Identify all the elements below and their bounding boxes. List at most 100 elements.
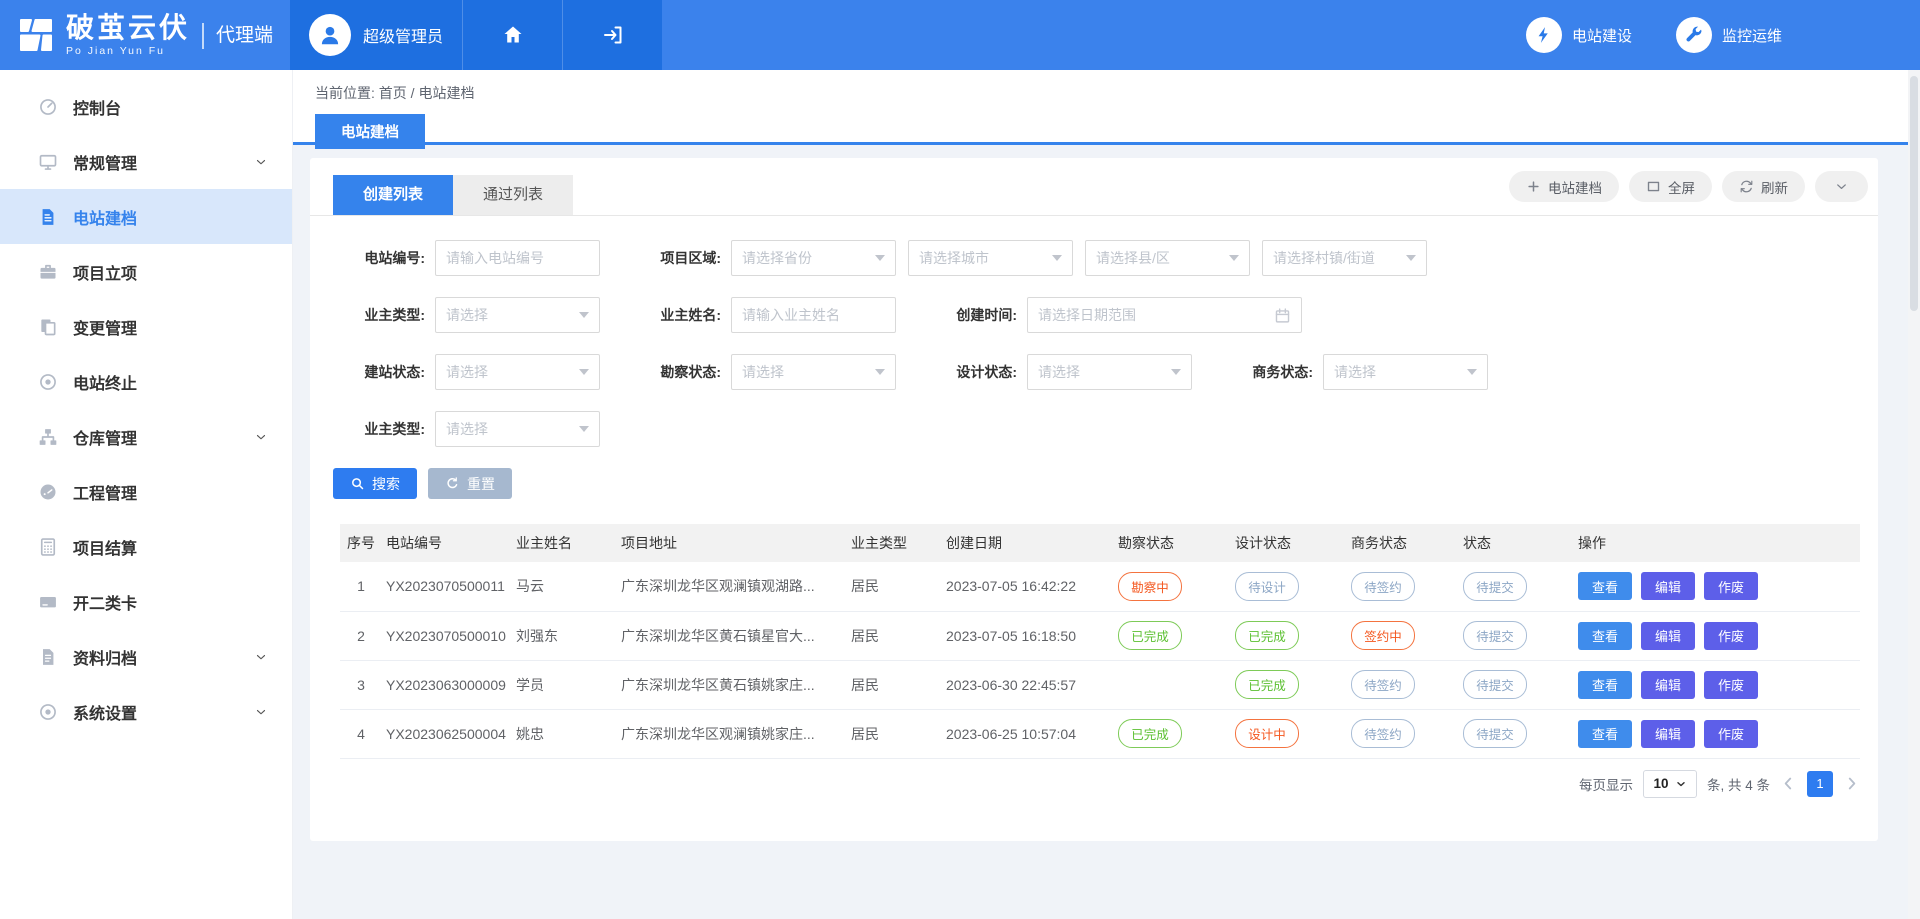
sidebar-item-7[interactable]: 仓库管理 bbox=[0, 409, 292, 464]
document-icon bbox=[38, 207, 58, 227]
row-actions: 查看编辑作废 bbox=[1574, 709, 1860, 758]
scrollbar-thumb[interactable] bbox=[1910, 76, 1918, 311]
list-tab-1[interactable]: 创建列表 bbox=[333, 175, 453, 215]
filter-label: 业主类型: bbox=[333, 305, 425, 325]
refresh-icon bbox=[1739, 179, 1754, 194]
action-button-2[interactable]: 编辑 bbox=[1641, 572, 1695, 600]
table-row: 1YX2023070500011马云广东深圳龙华区观澜镇观湖路...居民2023… bbox=[340, 562, 1860, 611]
sidebar-item-2[interactable]: 常规管理 bbox=[0, 134, 292, 189]
sidebar-item-10[interactable]: 开二类卡 bbox=[0, 574, 292, 629]
header-quick-link-2[interactable]: 监控运维 bbox=[1676, 17, 1782, 53]
station-code: YX2023062500004 bbox=[382, 709, 512, 758]
status-badge: 待签约 bbox=[1351, 670, 1415, 699]
filter-group: 业主类型: 请选择 bbox=[333, 297, 600, 333]
action-button-1[interactable]: 查看 bbox=[1578, 720, 1632, 748]
owner-name: 姚忠 bbox=[512, 709, 617, 758]
row-actions: 查看编辑作废 bbox=[1574, 611, 1860, 660]
created-date: 2023-06-30 22:45:57 bbox=[942, 660, 1114, 709]
status-badge: 设计中 bbox=[1235, 719, 1299, 748]
caret-down-icon bbox=[875, 369, 885, 375]
sidebar-item-11[interactable]: 资料归档 bbox=[0, 629, 292, 684]
status-badge: 已完成 bbox=[1235, 621, 1299, 650]
page-tab[interactable]: 电站建档 bbox=[315, 114, 425, 149]
toolbar-more-button[interactable] bbox=[1815, 171, 1868, 202]
sidebar-item-4[interactable]: 项目立项 bbox=[0, 244, 292, 299]
filter-select[interactable]: 请选择 bbox=[435, 297, 600, 333]
filter-select[interactable]: 请选择县/区 bbox=[1085, 240, 1250, 276]
action-button-1[interactable]: 查看 bbox=[1578, 572, 1632, 600]
owner-name: 刘强东 bbox=[512, 611, 617, 660]
filter-label: 项目区域: bbox=[629, 248, 721, 268]
chevron-down-icon bbox=[1834, 179, 1849, 194]
filter-select[interactable]: 请选择 bbox=[1323, 354, 1488, 390]
breadcrumb-path[interactable]: 首页 / 电站建档 bbox=[379, 85, 475, 101]
current-page[interactable]: 1 bbox=[1807, 771, 1833, 797]
copy-icon bbox=[38, 317, 58, 337]
chevron-down-icon bbox=[254, 650, 268, 664]
column-header: 电站编号 bbox=[382, 524, 512, 562]
table-header-row: 序号电站编号业主姓名项目地址业主类型创建日期勘察状态设计状态商务状态状态操作 bbox=[340, 524, 1860, 562]
toolbar-button-2[interactable]: 全屏 bbox=[1629, 171, 1712, 202]
action-button-3[interactable]: 作废 bbox=[1704, 572, 1758, 600]
list-tabs: 创建列表通过列表 bbox=[333, 175, 573, 215]
sidebar-item-1[interactable]: 控制台 bbox=[0, 79, 292, 134]
status-badge: 勘察中 bbox=[1118, 572, 1182, 601]
action-button-1[interactable]: 查看 bbox=[1578, 622, 1632, 650]
action-button-1[interactable]: 查看 bbox=[1578, 671, 1632, 699]
chevron-right-icon[interactable] bbox=[1843, 775, 1860, 792]
status-badge: 已完成 bbox=[1118, 621, 1182, 650]
filter-select[interactable]: 请选择城市 bbox=[908, 240, 1073, 276]
sitemap-icon bbox=[38, 427, 58, 447]
page-scrollbar[interactable] bbox=[1908, 70, 1920, 919]
total-label: 条, 共 4 条 bbox=[1707, 774, 1770, 794]
action-button-2[interactable]: 编辑 bbox=[1641, 622, 1695, 650]
action-button-3[interactable]: 作废 bbox=[1704, 622, 1758, 650]
filter-select[interactable]: 请选择 bbox=[731, 354, 896, 390]
filter-select[interactable]: 请选择 bbox=[435, 354, 600, 390]
header-user-segment: 超级管理员 bbox=[290, 0, 662, 70]
archive-icon bbox=[38, 647, 58, 667]
sidebar-item-5[interactable]: 变更管理 bbox=[0, 299, 292, 354]
header-quick-links: 电站建设 监控运维 bbox=[1526, 0, 1920, 70]
logout-button[interactable] bbox=[562, 0, 662, 70]
column-header: 项目地址 bbox=[617, 524, 847, 562]
page-head: 当前位置: 首页 / 电站建档 电站建档 bbox=[293, 70, 1920, 142]
filter-select[interactable]: 请选择省份 bbox=[731, 240, 896, 276]
owner-name: 马云 bbox=[512, 562, 617, 611]
page-size-select[interactable]: 10 bbox=[1643, 770, 1697, 798]
filter-input[interactable] bbox=[435, 240, 600, 276]
breadcrumb-label: 当前位置: bbox=[315, 85, 375, 101]
sidebar-item-12[interactable]: 系统设置 bbox=[0, 684, 292, 739]
toolbar-button-1[interactable]: 电站建档 bbox=[1509, 171, 1619, 202]
filter-select[interactable]: 请选择 bbox=[435, 411, 600, 447]
action-button-2[interactable]: 编辑 bbox=[1641, 720, 1695, 748]
action-button-3[interactable]: 作废 bbox=[1704, 671, 1758, 699]
filter-input[interactable] bbox=[731, 297, 896, 333]
owner-name: 学员 bbox=[512, 660, 617, 709]
column-header: 设计状态 bbox=[1231, 524, 1347, 562]
home-button[interactable] bbox=[462, 0, 562, 70]
filter-date-input[interactable]: 请选择日期范围 bbox=[1027, 297, 1302, 333]
sidebar-item-6[interactable]: 电站终止 bbox=[0, 354, 292, 409]
sidebar-item-3[interactable]: 电站建档 bbox=[0, 189, 292, 244]
filter-label: 勘察状态: bbox=[629, 362, 721, 382]
filter-select[interactable]: 请选择村镇/街道 bbox=[1262, 240, 1427, 276]
settings-icon bbox=[38, 702, 58, 722]
sidebar-item-8[interactable]: 工程管理 bbox=[0, 464, 292, 519]
toolbar-button-3[interactable]: 刷新 bbox=[1722, 171, 1805, 202]
chevron-left-icon[interactable] bbox=[1780, 775, 1797, 792]
header-quick-link-1[interactable]: 电站建设 bbox=[1526, 17, 1632, 53]
filter-select[interactable]: 请选择 bbox=[1027, 354, 1192, 390]
logo: 破茧云伏 Po Jian Yun Fu 代理端 bbox=[0, 0, 290, 70]
list-tab-2[interactable]: 通过列表 bbox=[453, 175, 573, 215]
action-button-2[interactable]: 编辑 bbox=[1641, 671, 1695, 699]
user-menu[interactable]: 超级管理员 bbox=[290, 0, 462, 70]
filter-group: 业主姓名: bbox=[629, 297, 896, 333]
action-button-3[interactable]: 作废 bbox=[1704, 720, 1758, 748]
status-badge: 待签约 bbox=[1351, 572, 1415, 601]
chevron-down-icon bbox=[254, 155, 268, 169]
reset-button[interactable]: 重置 bbox=[428, 468, 512, 499]
search-button[interactable]: 搜索 bbox=[333, 468, 417, 499]
owner-type: 居民 bbox=[847, 660, 942, 709]
sidebar-item-9[interactable]: 项目结算 bbox=[0, 519, 292, 574]
